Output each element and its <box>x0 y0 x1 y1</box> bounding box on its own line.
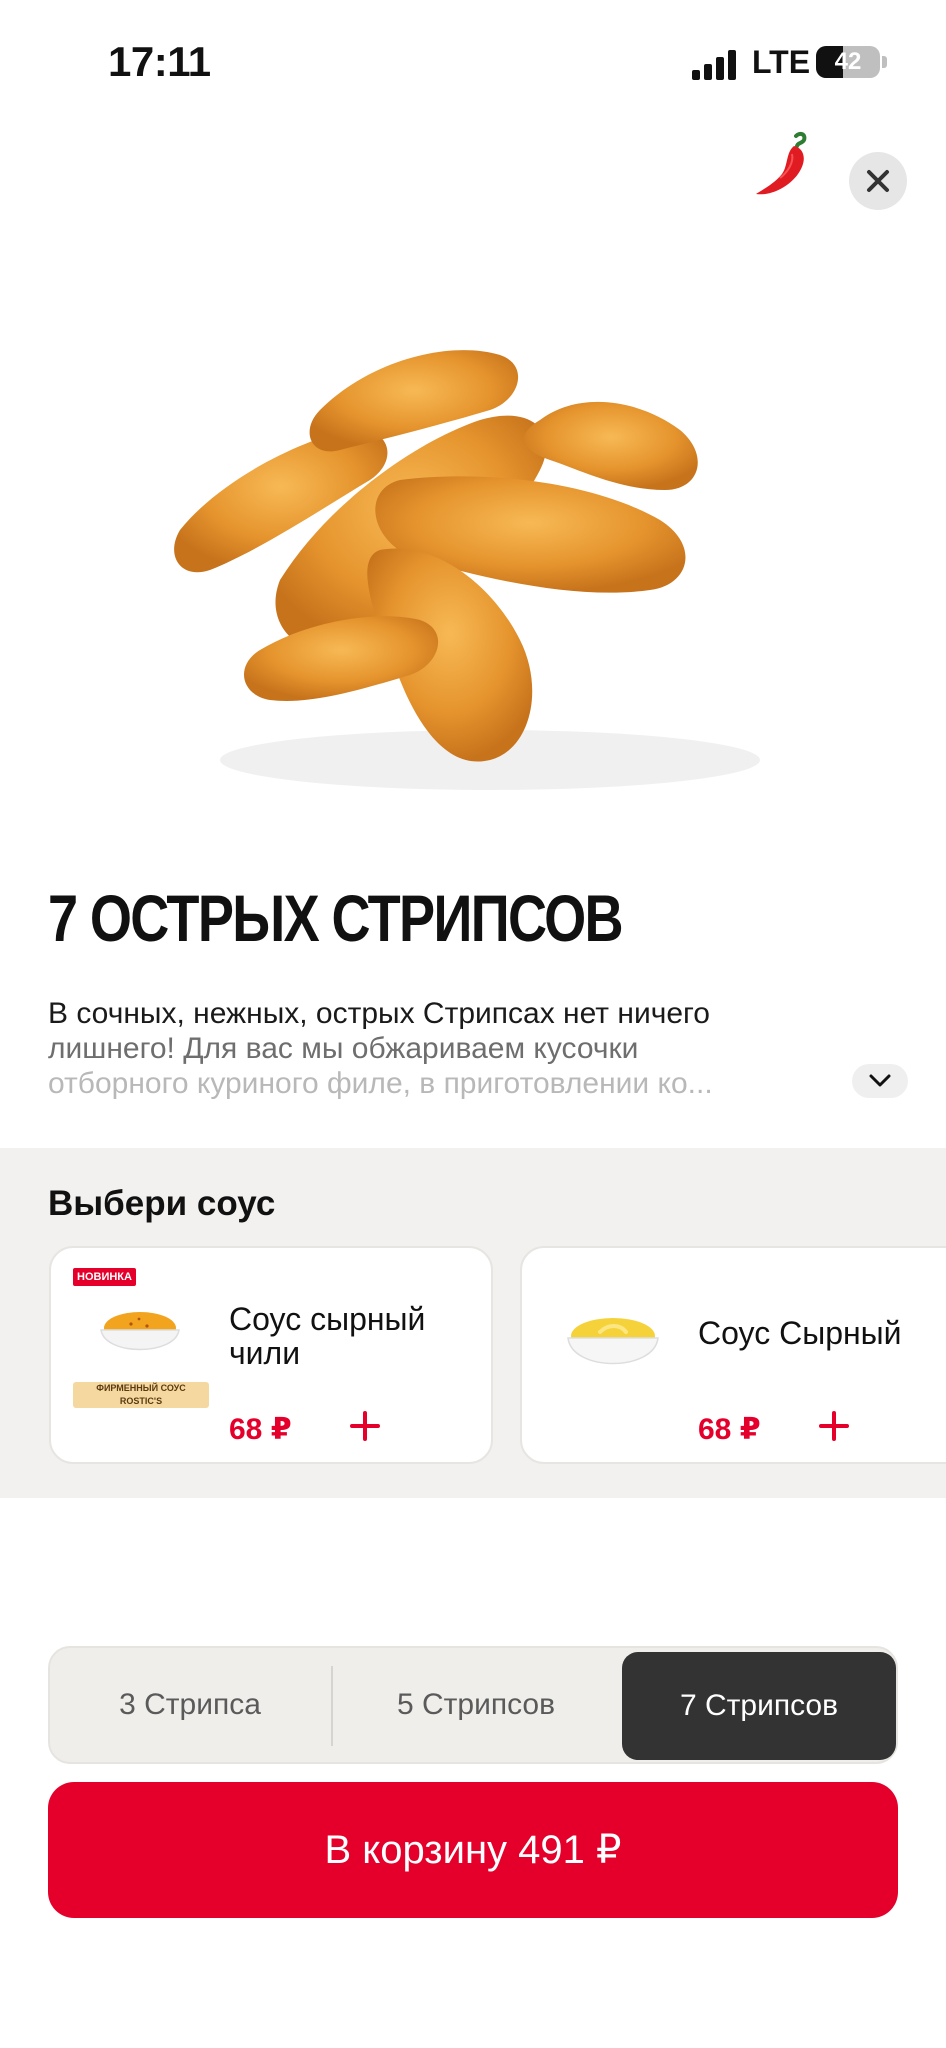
chevron-down-icon <box>869 1074 891 1087</box>
description-line: В сочных, нежных, острых Стрипсах нет ни… <box>48 997 710 1030</box>
brand-label: ФИРМЕННЫЙ СОУС ROSTIC'S <box>73 1382 209 1408</box>
new-badge: НОВИНКА <box>73 1268 136 1286</box>
signal-icon <box>692 50 738 80</box>
add-sauce-button[interactable] <box>816 1408 852 1444</box>
sauce-card[interactable]: НОВИНКА ФИРМЕННЫЙ СОУС ROSTIC'S Соус сыр… <box>49 1246 493 1464</box>
add-sauce-button[interactable] <box>347 1408 383 1444</box>
status-bar: 17:11 LTE 42 <box>0 0 946 130</box>
sauce-image <box>560 1310 666 1386</box>
battery-percent: 42 <box>834 48 862 75</box>
battery-cap <box>882 56 887 68</box>
product-image <box>160 320 800 820</box>
close-icon <box>867 170 889 192</box>
sauce-price: 68 ₽ <box>229 1413 292 1446</box>
product-description: В сочных, нежных, острых Стрипсах нет ни… <box>48 996 848 1101</box>
sauce-card[interactable]: Соус Сырный 68 ₽ <box>520 1246 946 1464</box>
size-option-5[interactable]: 5 Стрипсов <box>332 1648 620 1762</box>
network-type: LTE <box>752 44 811 80</box>
chili-pepper-icon <box>752 130 814 200</box>
plus-icon <box>819 1411 849 1441</box>
size-option-7-selected[interactable]: 7 Стрипсов <box>622 1652 896 1760</box>
sauce-section: Выбери соус НОВИНКА ФИРМЕННЫЙ СОУС ROSTI… <box>0 1148 946 1498</box>
expand-description-button[interactable] <box>852 1064 908 1098</box>
battery-icon: 42 <box>816 46 880 78</box>
sauce-name: Соус Сырный <box>698 1315 902 1351</box>
size-option-3[interactable]: 3 Стрипса <box>50 1648 330 1762</box>
sauce-section-title: Выбери соус <box>48 1184 276 1223</box>
sauce-price: 68 ₽ <box>698 1413 761 1446</box>
plus-icon <box>350 1411 380 1441</box>
description-line: отборного куриного филе, в приготовлении… <box>48 1067 713 1100</box>
add-to-cart-button[interactable]: В корзину 491 ₽ <box>48 1782 898 1918</box>
product-title: 7 ОСТРЫХ СТРИПСОВ <box>48 881 624 955</box>
size-selector: 3 Стрипса 5 Стрипсов 7 Стрипсов <box>48 1646 898 1764</box>
status-time: 17:11 <box>108 38 211 85</box>
sauce-image <box>95 1304 185 1368</box>
close-button[interactable] <box>849 152 907 210</box>
sauce-name: Соус сырный чили <box>229 1301 426 1371</box>
description-line: лишнего! Для вас мы обжариваем кусочки <box>48 1032 639 1065</box>
